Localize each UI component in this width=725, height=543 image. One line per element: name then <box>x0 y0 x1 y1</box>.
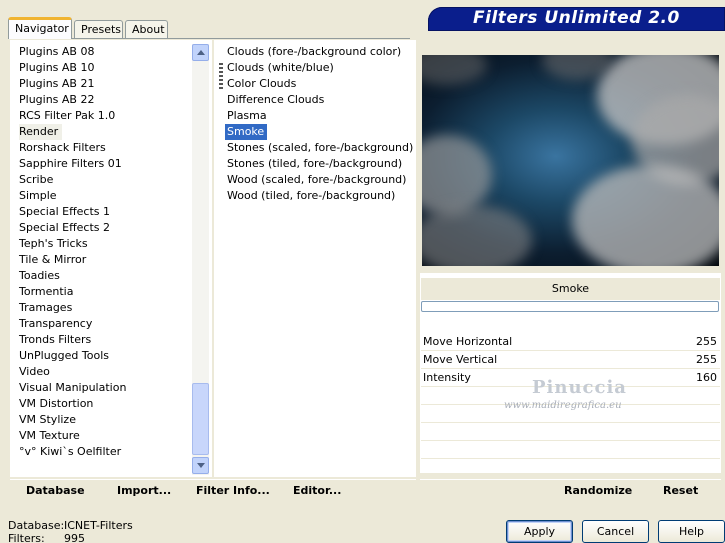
watermark-name: Pinuccia <box>532 377 627 398</box>
filter-item[interactable]: Wood (scaled, fore-/background) <box>227 172 406 188</box>
param-slot-empty <box>421 423 720 441</box>
filter-item[interactable]: Plasma <box>227 108 267 124</box>
tab-label: About <box>132 23 165 36</box>
category-item[interactable]: UnPlugged Tools <box>19 348 109 364</box>
param-name: Move Horizontal <box>423 335 513 348</box>
chevron-down-icon <box>197 463 205 468</box>
category-item[interactable]: Simple <box>19 188 57 204</box>
tab-navigator[interactable]: Navigator <box>8 17 72 39</box>
category-item[interactable]: Tormentia <box>19 284 73 300</box>
watermark-url: www.maidiregrafica.eu <box>504 400 622 411</box>
category-item[interactable]: Plugins AB 10 <box>19 60 94 76</box>
category-item[interactable]: Toadies <box>19 268 60 284</box>
filter-item[interactable]: Smoke <box>225 124 268 140</box>
category-item[interactable]: Plugins AB 22 <box>19 92 94 108</box>
filter-item[interactable]: Stones (tiled, fore-/background) <box>227 156 402 172</box>
help-button[interactable]: Help <box>658 520 725 543</box>
category-item[interactable]: Video <box>19 364 50 380</box>
scrollbar-thumb[interactable] <box>192 383 209 455</box>
database-value: ICNET-Filters <box>64 519 133 532</box>
param-row-move-horizontal[interactable]: Move Horizontal 255 <box>421 333 720 351</box>
param-value: 255 <box>696 353 717 366</box>
category-item[interactable]: Teph's Tricks <box>19 236 88 252</box>
category-item[interactable]: Rorshack Filters <box>19 140 106 156</box>
tab-about[interactable]: About <box>125 20 168 38</box>
category-item[interactable]: VM Stylize <box>19 412 76 428</box>
category-item[interactable]: Transparency <box>19 316 92 332</box>
progress-bar <box>421 301 719 312</box>
tab-presets[interactable]: Presets <box>74 20 123 38</box>
filters-count-label: Filters: <box>8 532 45 543</box>
filters-count-value: 995 <box>64 532 85 543</box>
param-value: 255 <box>696 335 717 348</box>
category-item[interactable]: Visual Manipulation <box>19 380 126 396</box>
tab-label: Navigator <box>15 22 69 35</box>
param-slot-empty <box>421 441 720 459</box>
category-item[interactable]: °v° Kiwi`s Oelfilter <box>19 444 121 460</box>
filter-item[interactable]: Difference Clouds <box>227 92 324 108</box>
randomize-button[interactable]: Randomize <box>564 484 632 497</box>
category-item[interactable]: RCS Filter Pak 1.0 <box>19 108 115 124</box>
category-item[interactable]: Render <box>19 124 63 140</box>
category-item[interactable]: Tronds Filters <box>19 332 91 348</box>
filter-item[interactable]: Wood (tiled, fore-/background) <box>227 188 395 204</box>
category-item[interactable]: VM Texture <box>19 428 80 444</box>
database-button[interactable]: Database <box>26 484 85 497</box>
filter-info-button[interactable]: Filter Info... <box>196 484 270 497</box>
filter-preview <box>422 55 719 266</box>
category-item[interactable]: Sapphire Filters 01 <box>19 156 122 172</box>
import-button[interactable]: Import... <box>117 484 171 497</box>
database-label: Database: <box>8 519 65 532</box>
param-name: Intensity <box>423 371 471 384</box>
filter-item[interactable]: Clouds (fore-/background color) <box>227 44 401 60</box>
category-item[interactable]: Scribe <box>19 172 53 188</box>
scroll-up-button[interactable] <box>192 44 209 61</box>
category-item[interactable]: Tile & Mirror <box>19 252 86 268</box>
category-item[interactable]: Tramages <box>19 300 72 316</box>
drag-grip-icon <box>219 63 223 89</box>
cancel-button[interactable]: Cancel <box>582 520 649 543</box>
category-item[interactable]: VM Distortion <box>19 396 93 412</box>
category-item[interactable]: Special Effects 1 <box>19 204 110 220</box>
category-item[interactable]: Special Effects 2 <box>19 220 110 236</box>
filter-name-label: Smoke <box>421 278 720 300</box>
scroll-down-button[interactable] <box>192 457 209 474</box>
app-title: Filters Unlimited 2.0 <box>473 8 680 28</box>
reset-button[interactable]: Reset <box>663 484 698 497</box>
category-item[interactable]: Plugins AB 08 <box>19 44 94 60</box>
filter-item[interactable]: Stones (scaled, fore-/background) <box>227 140 413 156</box>
param-value: 160 <box>696 371 717 384</box>
filter-item[interactable]: Color Clouds <box>227 76 296 92</box>
chevron-up-icon <box>197 50 205 55</box>
tab-label: Presets <box>81 23 122 36</box>
apply-button[interactable]: Apply <box>506 520 573 543</box>
editor-button[interactable]: Editor... <box>293 484 341 497</box>
filter-item[interactable]: Clouds (white/blue) <box>227 60 334 76</box>
category-item[interactable]: Plugins AB 21 <box>19 76 94 92</box>
param-name: Move Vertical <box>423 353 498 366</box>
param-row-move-vertical[interactable]: Move Vertical 255 <box>421 351 720 369</box>
